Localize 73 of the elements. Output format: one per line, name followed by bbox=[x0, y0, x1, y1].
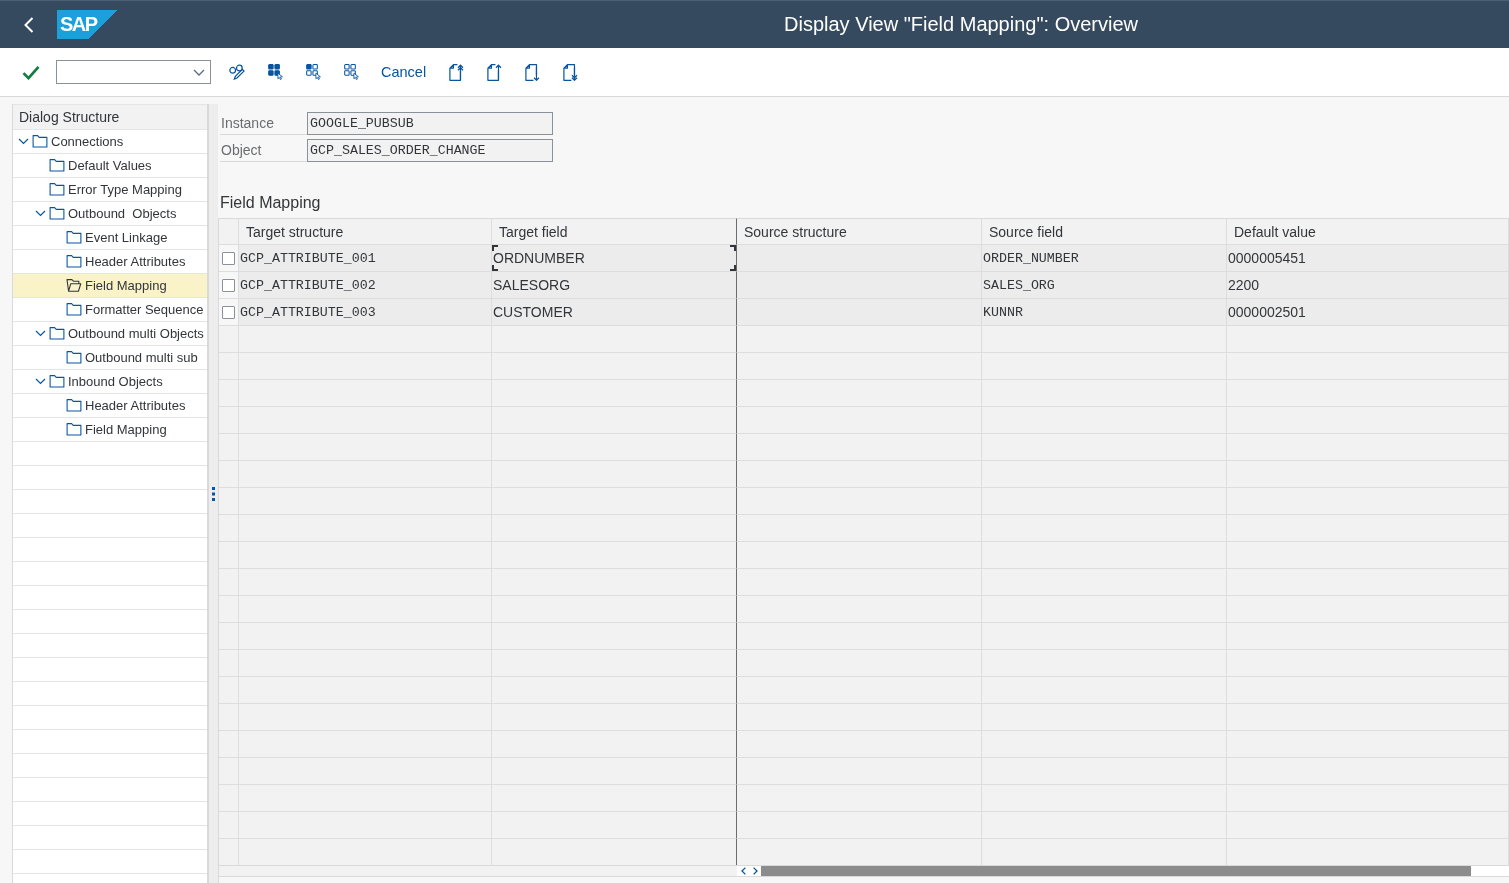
command-field[interactable] bbox=[56, 60, 211, 84]
folder-icon bbox=[49, 207, 65, 220]
column-header[interactable]: Source structure bbox=[737, 218, 982, 245]
table-cell: 2200 bbox=[1227, 272, 1509, 299]
chevron-right-icon[interactable] bbox=[753, 867, 758, 875]
tree-item[interactable]: Connections bbox=[13, 130, 207, 154]
folder-icon bbox=[66, 255, 82, 268]
table-cell: ORDNUMBER bbox=[492, 245, 737, 272]
table-cell: CUSTOMER bbox=[492, 299, 737, 326]
check-icon[interactable] bbox=[22, 64, 40, 80]
tree-item[interactable]: Event Linkage bbox=[13, 226, 207, 250]
checkbox[interactable] bbox=[222, 305, 235, 319]
text-field[interactable]: GOOGLE_PUBSUB bbox=[307, 112, 553, 135]
folder-icon bbox=[49, 183, 65, 196]
filled-grid-cursor-icon[interactable] bbox=[267, 64, 283, 80]
empty-grid-cursor-icon[interactable] bbox=[343, 64, 359, 80]
tree-item[interactable]: Field Mapping bbox=[13, 274, 207, 298]
folder-icon bbox=[66, 351, 82, 364]
table-cell: 0000005451 bbox=[1227, 245, 1509, 272]
grip-dots-icon[interactable] bbox=[212, 486, 215, 501]
column-header[interactable]: Default value bbox=[1227, 218, 1509, 245]
folder-icon bbox=[49, 159, 65, 172]
back-icon[interactable] bbox=[24, 16, 34, 33]
glasses-pencil-icon[interactable] bbox=[229, 64, 245, 80]
table-cell: GCP_ATTRIBUTE_003 bbox=[239, 299, 492, 326]
checkbox[interactable] bbox=[222, 251, 235, 265]
caret-down-icon[interactable] bbox=[35, 378, 46, 385]
table-cell: ORDER_NUMBER bbox=[982, 245, 1227, 272]
open-folder-icon bbox=[66, 279, 82, 292]
folder-icon bbox=[66, 231, 82, 244]
page-double-arrow-up-icon[interactable] bbox=[448, 63, 464, 81]
chevron-down-icon[interactable] bbox=[193, 68, 205, 76]
folder-icon bbox=[32, 135, 48, 148]
table-cell: SALESORG bbox=[492, 272, 737, 299]
horizontal-scrollbar[interactable] bbox=[737, 865, 1509, 877]
caret-down-icon[interactable] bbox=[35, 210, 46, 217]
half-grid-cursor-icon[interactable] bbox=[305, 64, 321, 80]
folder-icon bbox=[66, 423, 82, 436]
panel-header: Dialog Structure bbox=[13, 104, 207, 130]
table-cell: GCP_ATTRIBUTE_002 bbox=[239, 272, 492, 299]
section-title: Field Mapping bbox=[220, 193, 321, 213]
folder-icon bbox=[49, 375, 65, 388]
table-cell: SALES_ORG bbox=[982, 272, 1227, 299]
column-header[interactable]: Target structure bbox=[239, 218, 492, 245]
table-cell: KUNNR bbox=[982, 299, 1227, 326]
tree-item[interactable]: Field Mapping bbox=[13, 418, 207, 442]
tree-item[interactable]: Inbound Objects bbox=[13, 370, 207, 394]
scrollbar-thumb[interactable] bbox=[761, 866, 1471, 876]
table-cell: GCP_ATTRIBUTE_001 bbox=[239, 245, 492, 272]
page-arrow-down-icon[interactable] bbox=[524, 63, 540, 81]
logo: SAP bbox=[57, 10, 118, 39]
folder-icon bbox=[66, 399, 82, 412]
caret-down-icon[interactable] bbox=[18, 138, 29, 145]
tree-item[interactable]: Outbound Objects bbox=[13, 202, 207, 226]
caret-down-icon[interactable] bbox=[35, 330, 46, 337]
tree-item[interactable]: Error Type Mapping bbox=[13, 178, 207, 202]
text-field[interactable]: GCP_SALES_ORDER_CHANGE bbox=[307, 139, 553, 162]
checkbox[interactable] bbox=[222, 278, 235, 292]
tree-item[interactable]: Default Values bbox=[13, 154, 207, 178]
folder-icon bbox=[66, 303, 82, 316]
table-cell: 0000002501 bbox=[1227, 299, 1509, 326]
folder-icon bbox=[49, 327, 65, 340]
window-title: Display View "Field Mapping": Overview bbox=[784, 13, 1138, 36]
tree-item[interactable]: Formatter Sequence bbox=[13, 298, 207, 322]
tree-item[interactable]: Header Attributes bbox=[13, 394, 207, 418]
column-header[interactable]: Source field bbox=[982, 218, 1227, 245]
page-arrow-up-icon[interactable] bbox=[486, 63, 502, 81]
tree-item[interactable]: Outbound multi sub bbox=[13, 346, 207, 370]
chevron-left-icon[interactable] bbox=[741, 867, 746, 875]
tree-item[interactable]: Outbound multi Objects bbox=[13, 322, 207, 346]
column-header[interactable]: Target field bbox=[492, 218, 737, 245]
page-double-arrow-down-icon[interactable] bbox=[562, 63, 578, 81]
cancel-button[interactable]: Cancel bbox=[373, 56, 435, 88]
